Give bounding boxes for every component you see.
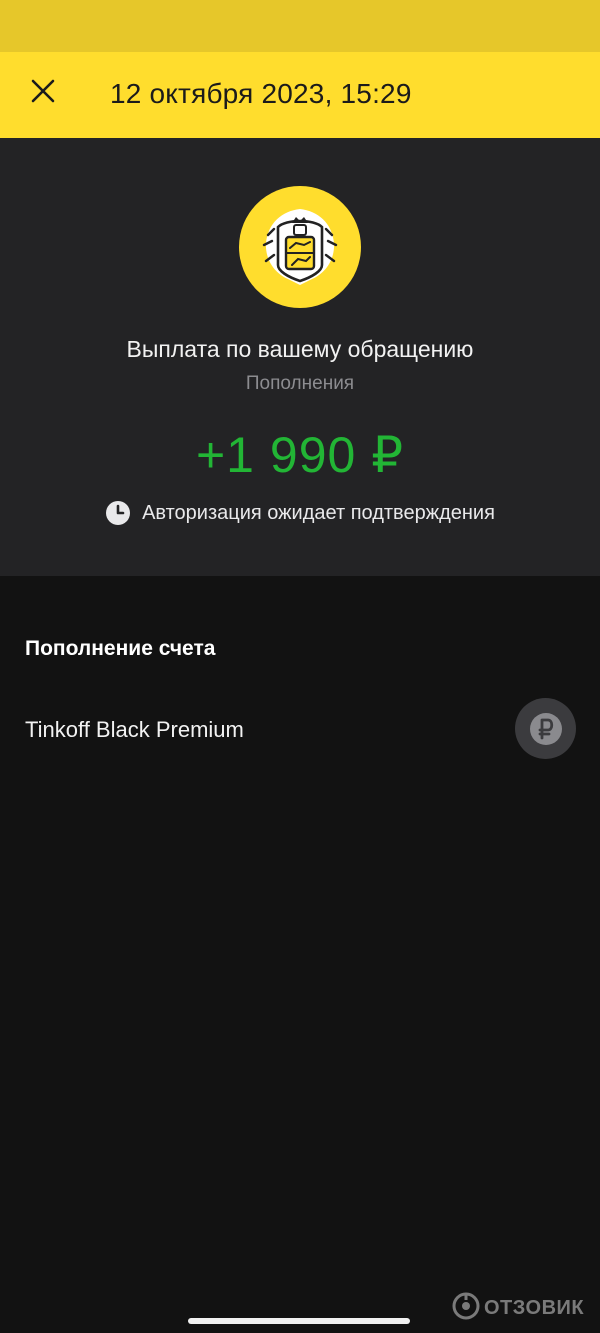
section-title: Пополнение счета (25, 637, 216, 660)
operation-amount: +1 990 ₽ (195, 427, 405, 483)
account-name: Tinkoff Black Premium (25, 717, 244, 742)
watermark: ОТЗОВИК (452, 1292, 584, 1325)
operation-title: Выплата по вашему обращению (126, 336, 474, 362)
clock-icon (105, 500, 131, 526)
header: 12 октября 2023, 15:29 (0, 52, 600, 138)
watermark-text: ОТЗОВИК (484, 1297, 585, 1319)
home-indicator[interactable] (188, 1318, 410, 1324)
ruble-icon (515, 698, 576, 759)
close-button[interactable] (24, 74, 62, 112)
system-status-bar (0, 0, 600, 52)
status-text: Авторизация ожидает подтверждения (142, 501, 495, 524)
tinkoff-logo-icon (239, 186, 361, 308)
operation-category: Пополнения (245, 373, 355, 394)
operation-summary: Выплата по вашему обращению Пополнения +… (0, 138, 600, 576)
otzovik-logo-icon (452, 1292, 480, 1325)
close-icon (31, 79, 55, 108)
page-title: 12 октября 2023, 15:29 (110, 78, 412, 109)
authorization-status: Авторизация ожидает подтверждения (0, 500, 600, 526)
account-row[interactable]: Tinkoff Black Premium (0, 690, 600, 768)
